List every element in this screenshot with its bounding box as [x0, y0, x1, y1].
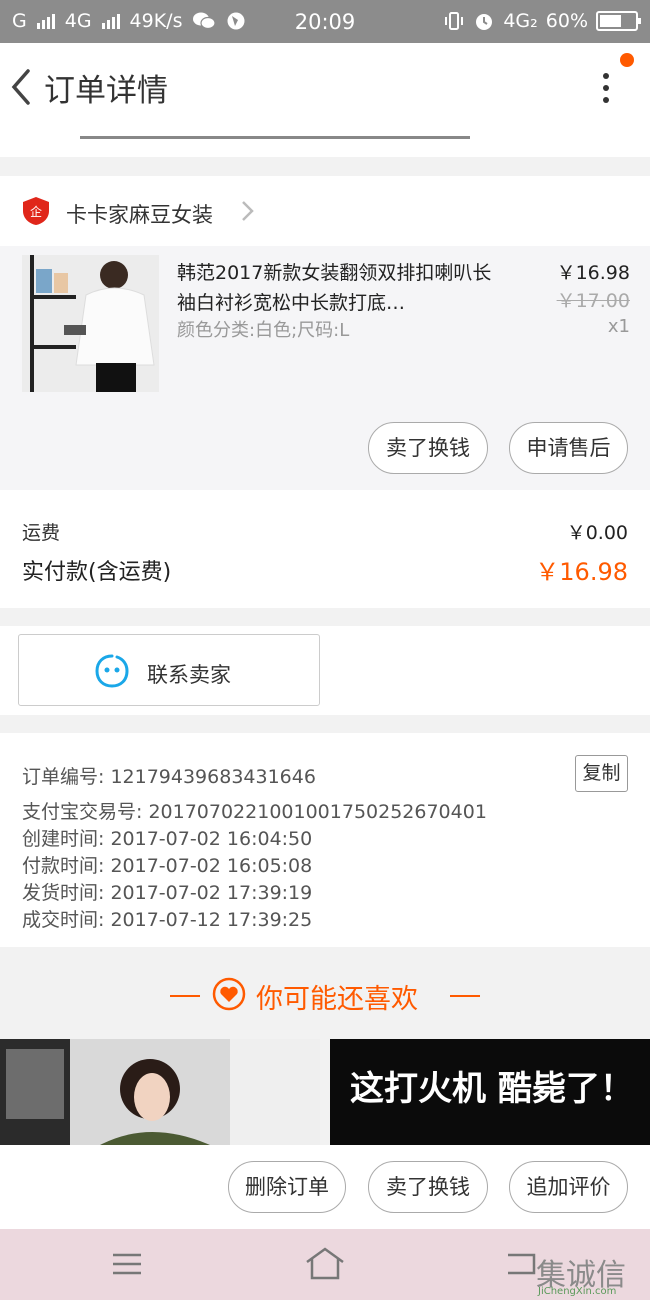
add-review-button[interactable]: 追加评价	[509, 1161, 628, 1213]
product-quantity: x1	[607, 316, 630, 337]
svg-text:企: 企	[30, 204, 42, 219]
lighter-banner-text: 这打火机 酷毙了！	[350, 1069, 634, 1109]
order-info: 订单编号: 12179439683431646 复制 支付宝交易号: 20170…	[0, 733, 650, 947]
product-photo-icon	[22, 255, 159, 392]
contact-section: 联系卖家	[0, 626, 650, 715]
recommend-item-lighter[interactable]: 这打火机 酷毙了！	[330, 1039, 650, 1145]
divider-left	[170, 995, 200, 997]
bottom-action-bar: 删除订单 卖了换钱 追加评价	[0, 1145, 650, 1229]
model-photo-icon	[0, 1039, 320, 1145]
alarm-icon	[476, 14, 493, 30]
recommend-title: 你可能还喜欢	[256, 984, 418, 1015]
shop-name: 卡卡家麻豆女装	[66, 203, 213, 227]
status-right: 4G₂ 60%	[443, 10, 641, 32]
shop-row[interactable]: 企 卡卡家麻豆女装	[0, 176, 650, 246]
watermark-sub: JiChengXin.com	[538, 1286, 617, 1297]
delete-order-button[interactable]: 删除订单	[228, 1161, 346, 1213]
page-title: 订单详情	[44, 73, 168, 109]
product-original-price: ￥17.00	[556, 290, 630, 312]
fee-summary: 运费 ￥0.00 实付款(含运费) ￥16.98	[0, 490, 650, 608]
sell-for-cash-bottom-button[interactable]: 卖了换钱	[368, 1161, 488, 1213]
product-thumbnail[interactable]	[22, 255, 159, 392]
recommend-header: 你可能还喜欢	[0, 965, 650, 1029]
vibrate-icon	[445, 12, 464, 30]
shipped-time: 发货时间: 2017-07-02 17:39:19	[22, 882, 313, 904]
recommend-item-fashion[interactable]	[0, 1039, 320, 1145]
scrolled-content-edge	[0, 131, 650, 157]
shop-badge-icon: 企	[23, 197, 49, 225]
battery-icon	[596, 11, 641, 31]
chevron-left-icon[interactable]	[6, 65, 38, 109]
copy-button[interactable]: 复制	[575, 755, 628, 792]
order-item[interactable]: 韩范2017新款女装翻领双排扣喇叭长袖白衬衫宽松中长款打底… 颜色分类:白色;尺…	[0, 246, 650, 490]
paid-label: 实付款(含运费)	[22, 560, 172, 585]
heart-icon	[212, 977, 246, 1011]
paid-value: ￥16.98	[535, 558, 628, 586]
order-number: 订单编号: 12179439683431646	[22, 766, 316, 788]
status-bar: G 4G 49K/s 20:09 4G₂ 60%	[0, 0, 650, 43]
completed-time: 成交时间: 2017-07-12 17:39:25	[22, 909, 313, 931]
chevron-right-icon	[242, 201, 254, 221]
shipping-label: 运费	[22, 522, 61, 544]
contact-seller-button[interactable]: 联系卖家	[18, 634, 320, 706]
home-icon[interactable]	[303, 1246, 347, 1282]
carrier-3-label: 4G₂	[503, 10, 538, 32]
shipping-value: ￥0.00	[566, 522, 628, 544]
paid-time: 付款时间: 2017-07-02 16:05:08	[22, 855, 313, 877]
cut-text-fragment	[80, 131, 470, 139]
divider-right	[450, 995, 480, 997]
product-spec: 颜色分类:白色;尺码:L	[177, 320, 350, 341]
product-price: ￥16.98	[556, 262, 630, 284]
battery-percent: 60%	[545, 10, 588, 32]
sell-for-cash-button[interactable]: 卖了换钱	[368, 422, 488, 474]
chat-face-icon	[95, 654, 129, 688]
site-watermark: 集诚信 JiChengXin.com	[536, 1250, 650, 1300]
contact-seller-label: 联系卖家	[147, 663, 231, 687]
alipay-trade-number: 支付宝交易号: 2017070221001001750252670401	[22, 801, 487, 823]
product-name[interactable]: 韩范2017新款女装翻领双排扣喇叭长袖白衬衫宽松中长款打底…	[177, 258, 507, 318]
notification-dot	[620, 53, 634, 67]
created-time: 创建时间: 2017-07-02 16:04:50	[22, 828, 313, 850]
app-header: 订单详情	[0, 43, 650, 131]
more-vertical-icon[interactable]	[594, 69, 618, 109]
menu-icon[interactable]	[112, 1253, 142, 1275]
after-sale-button[interactable]: 申请售后	[509, 422, 628, 474]
back-nav-icon[interactable]	[506, 1251, 536, 1275]
